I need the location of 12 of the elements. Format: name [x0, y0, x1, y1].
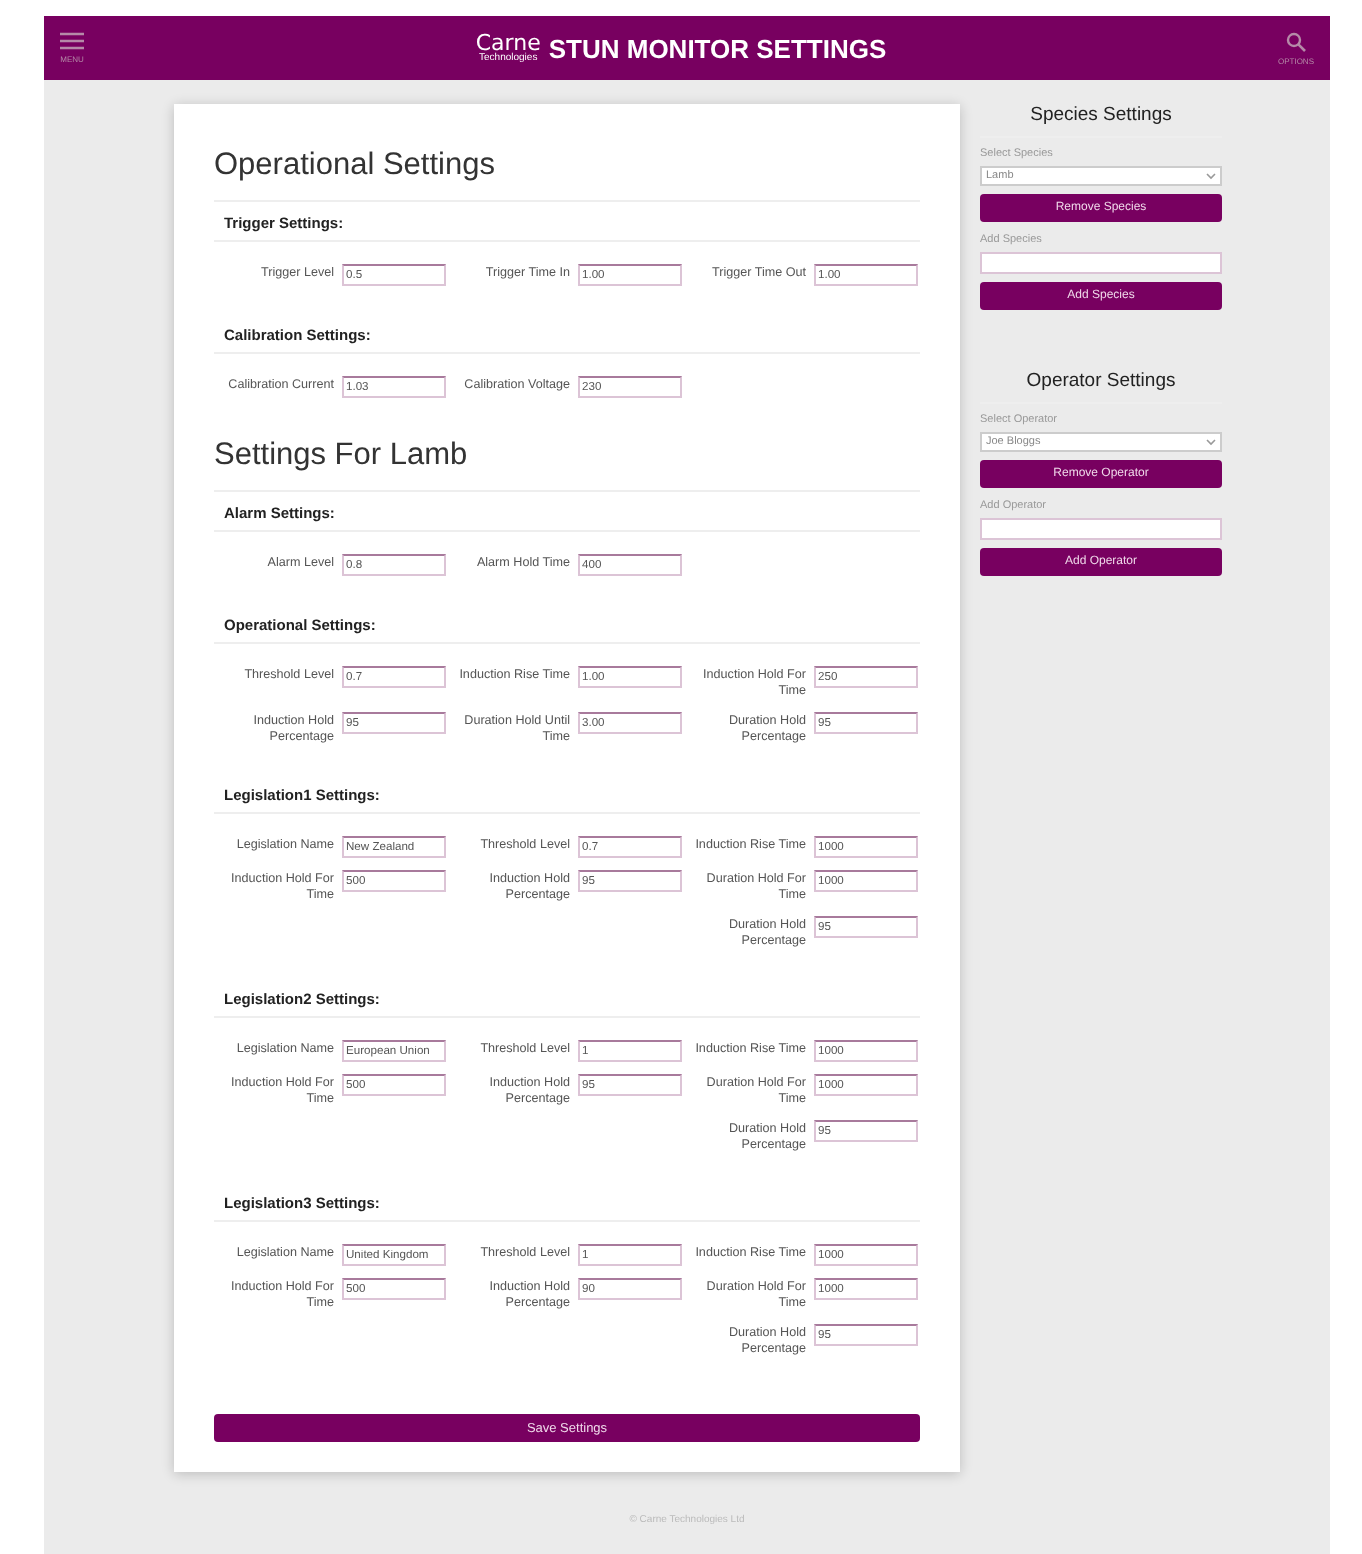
section-heading: Settings For Lamb [214, 438, 470, 474]
logo-text: Carne [475, 32, 541, 54]
caret-icon [1206, 172, 1216, 180]
menu-icon [60, 32, 84, 50]
panel-heading: Operator Settings [1024, 370, 1178, 392]
input-field[interactable] [980, 252, 1222, 274]
search-icon [1285, 31, 1306, 51]
page-title: STUN MONITOR SETTINGS [548, 33, 887, 63]
input-field[interactable] [980, 518, 1222, 540]
caret-icon [1206, 438, 1216, 446]
section-heading: Operational Settings [214, 148, 497, 184]
panel-heading: Species Settings [1028, 104, 1174, 126]
